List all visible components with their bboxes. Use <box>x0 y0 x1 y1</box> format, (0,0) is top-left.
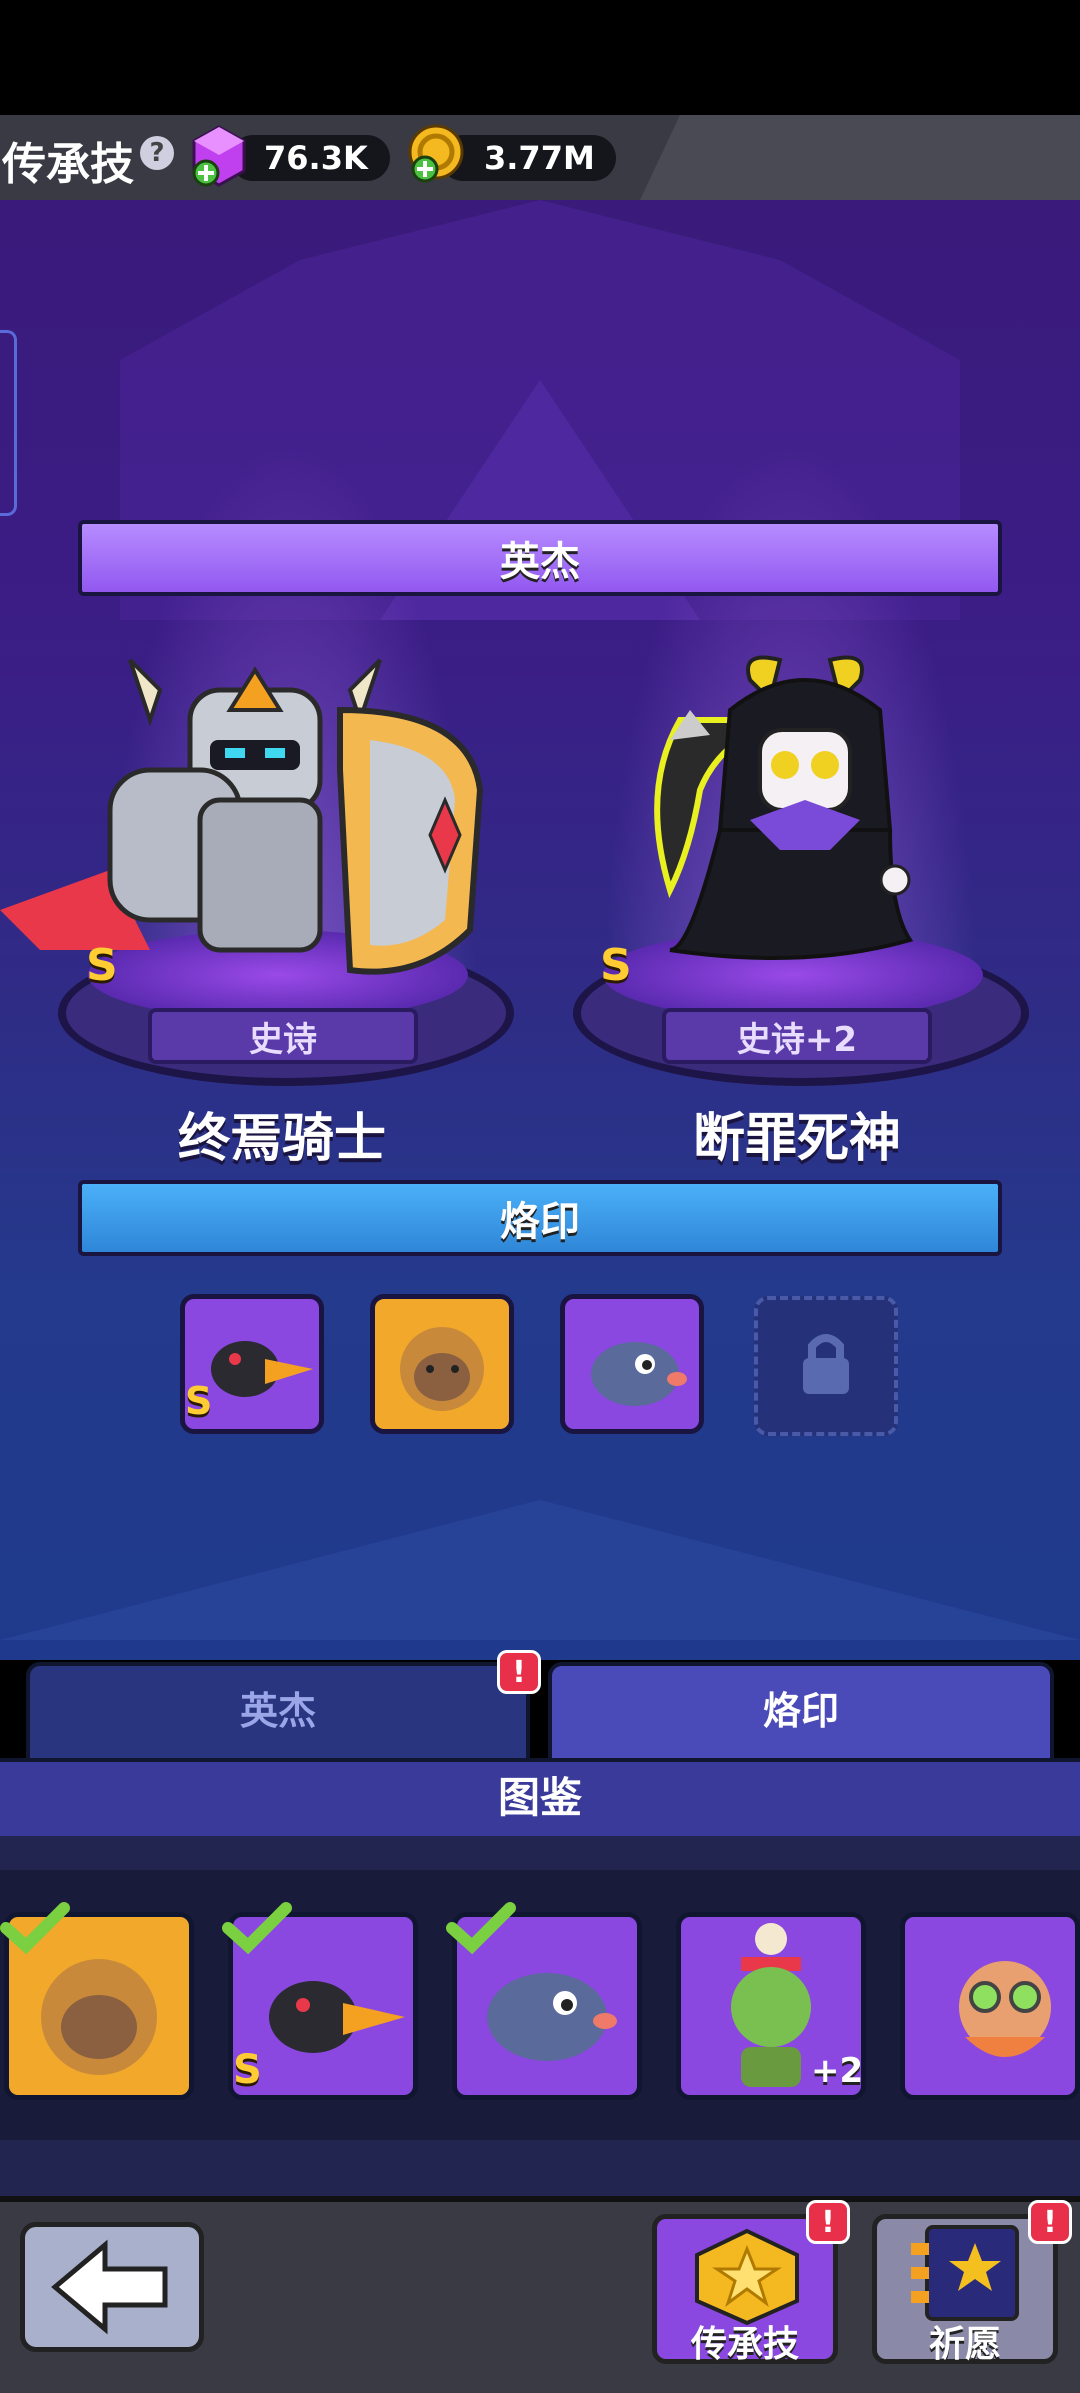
check-icon <box>0 1902 70 1955</box>
grade-badge: S <box>233 2047 262 2093</box>
hero-name: 断罪死神 <box>692 1109 901 1169</box>
alert-badge: ! <box>806 2200 850 2244</box>
grade-badge: S <box>600 940 632 991</box>
rarity-badge: 史诗 <box>148 1008 418 1064</box>
arrow-left-icon <box>51 2239 168 2335</box>
codex-header: 图鉴 <box>0 1758 1080 1842</box>
fish-icon <box>591 1342 687 1406</box>
hero-banner: 英杰 <box>78 520 1002 596</box>
coin-icon <box>408 124 464 183</box>
codex-card[interactable]: +2 <box>676 1912 866 2100</box>
rarity-badge: 史诗+2 <box>662 1008 932 1064</box>
check-icon <box>222 1902 292 1955</box>
gem-icon <box>192 125 246 187</box>
tab-hero[interactable]: 英杰 <box>26 1662 530 1762</box>
lock-icon <box>803 1334 849 1394</box>
star-icon <box>695 2228 799 2325</box>
reaper-hero-portrait[interactable] <box>630 650 950 980</box>
alert-badge: ! <box>497 1650 541 1694</box>
grade-badge: S <box>86 940 118 991</box>
brand-slot[interactable] <box>370 1294 514 1434</box>
alert-badge: ! <box>1028 2200 1072 2244</box>
brand-slot[interactable] <box>560 1294 704 1434</box>
check-icon <box>446 1902 516 1955</box>
grade-badge: S <box>185 1379 213 1423</box>
tab-brand[interactable]: 烙印 <box>548 1662 1054 1762</box>
side-drawer-tab[interactable] <box>0 330 17 516</box>
dwarf-goggles-icon <box>959 1961 1051 2057</box>
codex-card[interactable] <box>900 1912 1080 2100</box>
level-badge: +2 <box>811 2051 864 2091</box>
monkey-icon <box>400 1327 484 1411</box>
back-button[interactable] <box>20 2222 204 2352</box>
help-icon[interactable]: ? <box>140 136 174 170</box>
gem-amount: 76.3K <box>264 139 368 177</box>
brand-slot-locked <box>754 1296 898 1436</box>
brand-banner: 烙印 <box>78 1180 1002 1256</box>
gem-counter[interactable]: 76.3K <box>230 135 390 181</box>
knight-hero-portrait[interactable] <box>0 650 500 990</box>
hero-name: 终焉骑士 <box>177 1109 386 1169</box>
coin-amount: 3.77M <box>484 139 595 177</box>
brand-slot[interactable]: S <box>180 1294 324 1434</box>
legacy-skill-label: 传承技 <box>690 2324 799 2365</box>
status-bar <box>0 0 1080 115</box>
wish-label: 祈愿 <box>928 2324 1001 2365</box>
page-title: 传承技 <box>2 139 134 190</box>
star-book-icon <box>911 2225 1019 2321</box>
